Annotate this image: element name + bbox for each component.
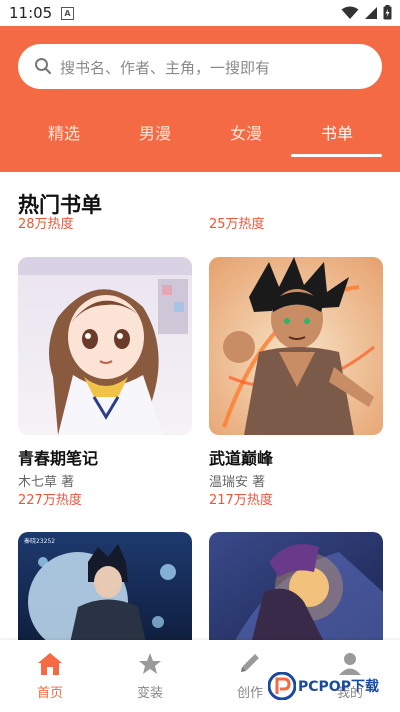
pencil-icon	[241, 654, 259, 672]
book-title[interactable]: 青春期笔记	[18, 445, 98, 469]
book-author: 温瑞安 著	[209, 475, 266, 490]
search-input[interactable]: 搜书名、作者、主角，一搜即有	[18, 44, 382, 89]
wifi-icon	[341, 6, 359, 19]
tab-female-comics[interactable]: 女漫	[200, 120, 292, 144]
battery-icon	[383, 5, 392, 20]
pcpop-logo-icon	[268, 672, 296, 700]
nav-label: 首页	[36, 686, 63, 701]
notification-icon: A	[61, 7, 74, 20]
tab-book-lists[interactable]: 书单	[291, 120, 383, 144]
heat-label: 217万热度	[209, 493, 273, 508]
watermark-logo: PCPOP下载	[268, 666, 396, 706]
book-cover[interactable]	[209, 532, 383, 652]
cover-caption: 秦晓23252	[24, 538, 56, 545]
search-icon	[35, 58, 52, 75]
category-tabs: 精选 男漫 女漫 书单	[0, 116, 400, 166]
tab-male-comics[interactable]: 男漫	[109, 120, 201, 144]
header: 搜书名、作者、主角，一搜即有 精选 男漫 女漫 书单	[0, 26, 400, 172]
status-bar: 11:05 A	[0, 0, 400, 26]
book-cover[interactable]	[18, 257, 192, 435]
star-icon	[139, 653, 161, 674]
home-icon	[38, 653, 62, 675]
book-author: 木七草 著	[18, 475, 75, 490]
status-time: 11:05	[9, 4, 53, 22]
nav-dress-up[interactable]: 变装	[110, 652, 190, 701]
status-icons	[341, 5, 392, 20]
watermark-text: PCPOP下载	[298, 679, 379, 695]
nav-home[interactable]: 首页	[10, 652, 90, 701]
search-placeholder: 搜书名、作者、主角，一搜即有	[60, 59, 271, 77]
heat-label: 25万热度	[209, 217, 265, 232]
active-tab-indicator	[291, 154, 382, 157]
book-title[interactable]: 武道巅峰	[209, 445, 273, 469]
nav-label: 变装	[136, 686, 163, 701]
tab-featured[interactable]: 精选	[18, 120, 110, 144]
book-cover[interactable]	[209, 257, 383, 435]
signal-icon	[365, 6, 377, 19]
heat-label: 227万热度	[18, 493, 82, 508]
book-cover[interactable]: 秦晓23252	[18, 532, 192, 652]
heat-label: 28万热度	[18, 217, 74, 232]
